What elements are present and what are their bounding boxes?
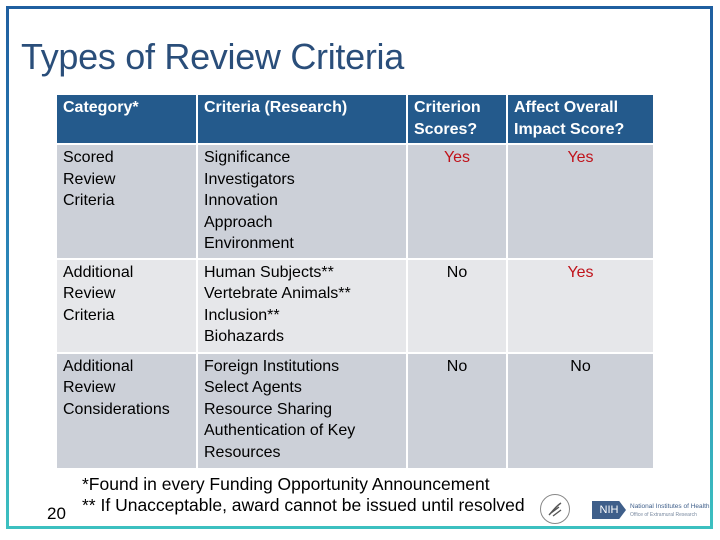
criterion-scores-cell: No bbox=[406, 257, 508, 354]
table-header-row: Category* Criteria (Research) Criterion S… bbox=[55, 93, 655, 145]
footnotes: *Found in every Funding Opportunity Anno… bbox=[82, 474, 525, 516]
nih-logo-badge: NIH bbox=[592, 501, 626, 519]
slide-title: Types of Review Criteria bbox=[21, 36, 404, 77]
criteria-cell: Human Subjects** Vertebrate Animals** In… bbox=[196, 257, 408, 354]
header-affect-overall: Affect Overall Impact Score? bbox=[506, 93, 655, 145]
table-row: Additional Review Criteria Human Subject… bbox=[55, 257, 655, 354]
logo-area: NIH National Institutes of Health Office… bbox=[540, 494, 710, 526]
category-cell: Scored Review Criteria bbox=[55, 143, 198, 260]
affect-overall-cell: Yes bbox=[506, 257, 655, 354]
category-cell: Additional Review Considerations bbox=[55, 351, 198, 470]
criteria-cell: Foreign Institutions Select Agents Resou… bbox=[196, 351, 408, 470]
page-number: 20 bbox=[47, 504, 66, 523]
category-cell: Additional Review Criteria bbox=[55, 257, 198, 354]
footnote-1: *Found in every Funding Opportunity Anno… bbox=[82, 474, 490, 494]
review-criteria-table: Category* Criteria (Research) Criterion S… bbox=[55, 93, 655, 470]
hhs-seal-icon bbox=[540, 494, 570, 524]
criterion-scores-cell: No bbox=[406, 351, 508, 470]
header-criteria: Criteria (Research) bbox=[196, 93, 408, 145]
criterion-scores-cell: Yes bbox=[406, 143, 508, 260]
eagle-icon bbox=[548, 502, 562, 517]
footnote-2: ** If Unacceptable, award cannot be issu… bbox=[82, 495, 525, 515]
header-criterion-scores: Criterion Scores? bbox=[406, 93, 508, 145]
table-row: Scored Review Criteria Significance Inve… bbox=[55, 143, 655, 260]
criteria-cell: Significance Investigators Innovation Ap… bbox=[196, 143, 408, 260]
nih-logo-text: National Institutes of Health Office of … bbox=[630, 503, 710, 518]
header-category: Category* bbox=[55, 93, 198, 145]
affect-overall-cell: Yes bbox=[506, 143, 655, 260]
affect-overall-cell: No bbox=[506, 351, 655, 470]
table-row: Additional Review Considerations Foreign… bbox=[55, 351, 655, 470]
